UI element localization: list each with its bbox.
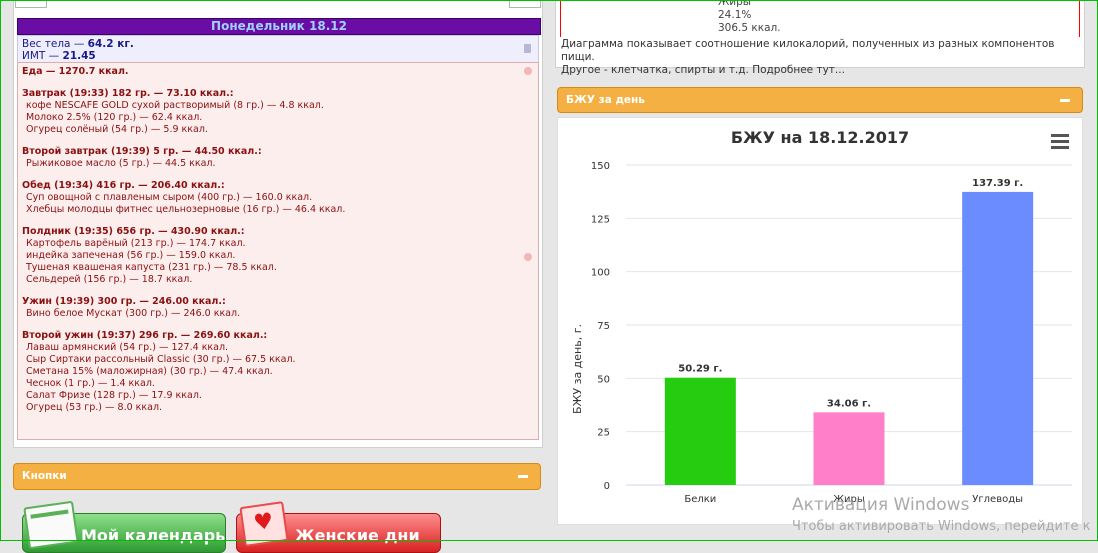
chart-menu-icon[interactable] bbox=[1051, 134, 1069, 149]
menu-bar bbox=[1051, 134, 1069, 137]
food-item: Рыжиковое масло (5 гр.) — 44.5 ккал. bbox=[26, 158, 216, 169]
menu-bar bbox=[1051, 140, 1069, 143]
bar bbox=[962, 191, 1034, 485]
food-item: Сельдерей (156 гр.) — 18.7 ккал. bbox=[26, 274, 193, 285]
plot-area: 025507510012515050.29 г.Белки34.06 г.Жир… bbox=[591, 161, 1072, 505]
data-label: 34.06 г. bbox=[827, 398, 871, 409]
meal-header: Полдник (19:35) 656 гр. — 430.90 ккал.: bbox=[22, 226, 245, 237]
food-item: Хлебцы молодцы фитнес цельнозерновые (16… bbox=[26, 204, 346, 215]
food-item: Картофель варёный (213 гр.) — 174.7 ккал… bbox=[26, 238, 246, 249]
chart-title: БЖУ на 18.12.2017 bbox=[731, 128, 909, 147]
bar bbox=[813, 412, 885, 485]
diary-card: Понедельник 18.12 Вес тела — 64.2 кг. ИМ… bbox=[13, 0, 543, 448]
y-tick-label: 75 bbox=[597, 321, 610, 332]
collapse-icon[interactable] bbox=[518, 475, 528, 478]
heart-calendar-icon bbox=[239, 501, 289, 547]
data-label: 137.39 г. bbox=[972, 178, 1023, 189]
pie-slice-label: Жиры bbox=[718, 0, 752, 8]
card-top-controls bbox=[14, 0, 542, 8]
food-item: Суп овощной с плавленым сыром (400 гр.) … bbox=[26, 192, 313, 203]
macros-bar-chart: БЖУ на 18.12.2017 БЖУ за день, г. 0 25 50 7… bbox=[571, 128, 1072, 505]
x-tick-label: Углеводы bbox=[972, 494, 1023, 505]
left-column: Понедельник 18.12 Вес тела — 64.2 кг. ИМ… bbox=[13, 0, 543, 541]
pie-description-line[interactable]: Другое - клетчатка, спирты и т.д. Подроб… bbox=[561, 64, 1084, 77]
pie-slice-kcal: 306.5 ккал. bbox=[718, 22, 781, 34]
menu-bar bbox=[1051, 146, 1069, 149]
collapse-icon[interactable] bbox=[1060, 99, 1070, 102]
windows-activation-text: Чтобы активировать Windows, перейдите к bbox=[792, 519, 1091, 534]
buttons-panel-header[interactable]: Кнопки bbox=[13, 463, 541, 490]
food-log: Еда — 1270.7 ккал. Завтрак (19:33) 182 гр… bbox=[17, 62, 539, 440]
prev-day-button[interactable] bbox=[15, 0, 47, 8]
pie-description-line: Диаграмма показывает соотношение килокал… bbox=[561, 38, 1055, 63]
bar bbox=[664, 377, 736, 485]
body-weight-label: Вес тела — bbox=[22, 38, 88, 50]
food-item: Молоко 2.5% (120 гр.) — 62.4 ккал. bbox=[26, 112, 203, 123]
weight-block: Вес тела — 64.2 кг. ИМТ — 21.45 bbox=[17, 35, 539, 63]
body-weight-row: Вес тела — 64.2 кг. bbox=[18, 38, 538, 50]
food-item: Сметана 15% (маложирная) (30 гр.) — 47.4… bbox=[26, 366, 273, 377]
bmi-label: ИМТ — bbox=[22, 50, 63, 62]
body-weight-value: 64.2 кг. bbox=[87, 38, 134, 50]
y-tick-label: 150 bbox=[591, 161, 610, 172]
macros-panel-header[interactable]: БЖУ за день bbox=[557, 87, 1083, 113]
food-item: Тушеная квашеная капуста (231 гр.) — 78.… bbox=[26, 262, 277, 273]
right-column: Жиры 24.1% 306.5 ккал. Диаграмма показыв… bbox=[552, 0, 1086, 541]
edit-weight-icon[interactable] bbox=[524, 44, 531, 53]
food-edit-icon[interactable] bbox=[524, 253, 532, 261]
macros-panel-title: БЖУ за день bbox=[566, 94, 645, 106]
data-label: 50.29 г. bbox=[678, 364, 722, 375]
card-border-line bbox=[1079, 1, 1080, 37]
meal-header: Ужин (19:39) 300 гр. — 246.00 ккал.: bbox=[22, 296, 226, 307]
food-item: Вино белое Мускат (300 гр.) — 246.0 ккал… bbox=[26, 308, 241, 319]
calendar-icon bbox=[23, 500, 79, 550]
y-tick-label: 100 bbox=[591, 268, 610, 279]
next-day-button[interactable] bbox=[509, 0, 541, 8]
y-tick-label: 0 bbox=[604, 481, 610, 492]
bmi-value: 21.45 bbox=[62, 50, 96, 62]
food-item: кофе NESCAFE GOLD сухой растворимый (8 г… bbox=[26, 100, 324, 111]
pie-slice-percent: 24.1% bbox=[718, 9, 752, 21]
food-item: Лаваш армянский (54 гр.) — 127.4 ккал. bbox=[26, 342, 229, 353]
food-item: Сыр Сиртаки рассольный Classic (30 гр.) … bbox=[26, 354, 296, 365]
meal-header: Второй ужин (19:37) 296 гр. — 269.60 кка… bbox=[22, 330, 268, 341]
windows-activation-title: Активация Windows bbox=[792, 495, 970, 515]
meal-header: Второй завтрак (19:39) 5 гр. — 44.50 кка… bbox=[22, 146, 262, 157]
pie-description: Диаграмма показывает соотношение килокал… bbox=[561, 38, 1084, 77]
food-item: Огурец солёный (54 гр.) — 5.9 ккал. bbox=[26, 124, 208, 135]
food-item: Салат Фризе (128 гр.) — 17.9 ккал. bbox=[26, 390, 202, 401]
day-header[interactable]: Понедельник 18.12 bbox=[17, 18, 541, 35]
y-tick-label: 50 bbox=[597, 374, 610, 385]
x-tick-label: Белки bbox=[684, 494, 716, 505]
card-border-line bbox=[560, 1, 561, 37]
meal-header: Еда — 1270.7 ккал. bbox=[22, 66, 129, 77]
bmi-row: ИМТ — 21.45 bbox=[18, 50, 538, 62]
food-item: Чеснок (1 гр.) — 1.4 ккал. bbox=[26, 378, 155, 389]
pie-chart-card: Жиры 24.1% 306.5 ккал. Диаграмма показыв… bbox=[555, 0, 1085, 76]
meal-header: Завтрак (19:33) 182 гр. — 73.10 ккал.: bbox=[22, 88, 234, 99]
y-axis-label: БЖУ за день, г. bbox=[571, 324, 584, 414]
y-tick-label: 25 bbox=[597, 428, 610, 439]
food-item: Огурец (53 гр.) — 8.0 ккал. bbox=[26, 402, 163, 413]
buttons-panel-title: Кнопки bbox=[22, 470, 67, 482]
food-edit-icon[interactable] bbox=[524, 67, 532, 75]
food-item: индейка запеченая (56 гр.) — 159.0 ккал. bbox=[26, 250, 236, 261]
macros-chart-box: БЖУ на 18.12.2017 БЖУ за день, г. 0 25 50 7… bbox=[557, 117, 1083, 525]
meal-header: Обед (19:34) 416 гр. — 206.40 ккал.: bbox=[22, 180, 225, 191]
y-tick-label: 125 bbox=[591, 214, 610, 225]
